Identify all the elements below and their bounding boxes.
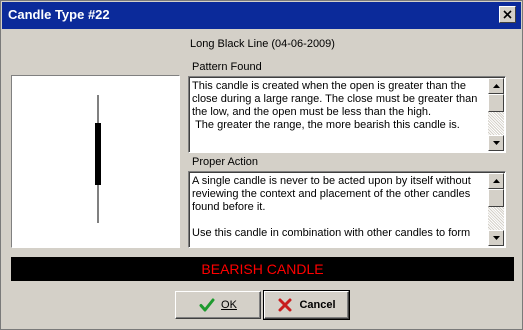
arrow-up-icon bbox=[492, 179, 500, 183]
checkmark-icon bbox=[199, 298, 215, 312]
signal-banner-text: BEARISH CANDLE bbox=[201, 261, 324, 277]
scroll-up-button[interactable] bbox=[488, 78, 504, 94]
proper-action-label: Proper Action bbox=[192, 156, 259, 168]
arrow-down-icon bbox=[492, 236, 500, 240]
pattern-found-memo[interactable]: This candle is created when the open is … bbox=[188, 76, 506, 153]
close-icon bbox=[503, 10, 512, 19]
pattern-found-text: This candle is created when the open is … bbox=[192, 80, 478, 131]
signal-banner: BEARISH CANDLE bbox=[11, 257, 514, 281]
close-button[interactable] bbox=[499, 6, 516, 23]
candle-preview bbox=[11, 75, 180, 248]
arrow-up-icon bbox=[492, 84, 500, 88]
proper-action-memo[interactable]: A single candle is never to be acted upo… bbox=[188, 171, 506, 248]
window-title: Candle Type #22 bbox=[8, 7, 110, 22]
ok-label: OK bbox=[221, 299, 237, 311]
title-bar[interactable]: Candle Type #22 bbox=[2, 2, 521, 29]
scroll-down-button[interactable] bbox=[488, 135, 504, 151]
action-scrollbar[interactable] bbox=[488, 173, 504, 246]
arrow-down-icon bbox=[492, 141, 500, 145]
scroll-thumb[interactable] bbox=[488, 189, 504, 207]
proper-action-text: A single candle is never to be acted upo… bbox=[192, 175, 471, 239]
scroll-up-button[interactable] bbox=[488, 173, 504, 189]
cancel-button[interactable]: Cancel bbox=[263, 290, 350, 320]
x-icon bbox=[278, 298, 292, 312]
scroll-down-button[interactable] bbox=[488, 230, 504, 246]
ok-button[interactable]: OK bbox=[175, 291, 261, 319]
candle-type-dialog: Candle Type #22 Long Black Line (04-06-2… bbox=[0, 0, 523, 330]
pattern-found-label: Pattern Found bbox=[192, 61, 262, 73]
candle-body bbox=[95, 123, 101, 185]
cancel-label: Cancel bbox=[299, 299, 336, 311]
candle-subtitle: Long Black Line (04-06-2009) bbox=[190, 38, 335, 50]
pattern-scrollbar[interactable] bbox=[488, 78, 504, 151]
scroll-thumb[interactable] bbox=[488, 94, 504, 112]
candle-chart bbox=[95, 95, 101, 223]
